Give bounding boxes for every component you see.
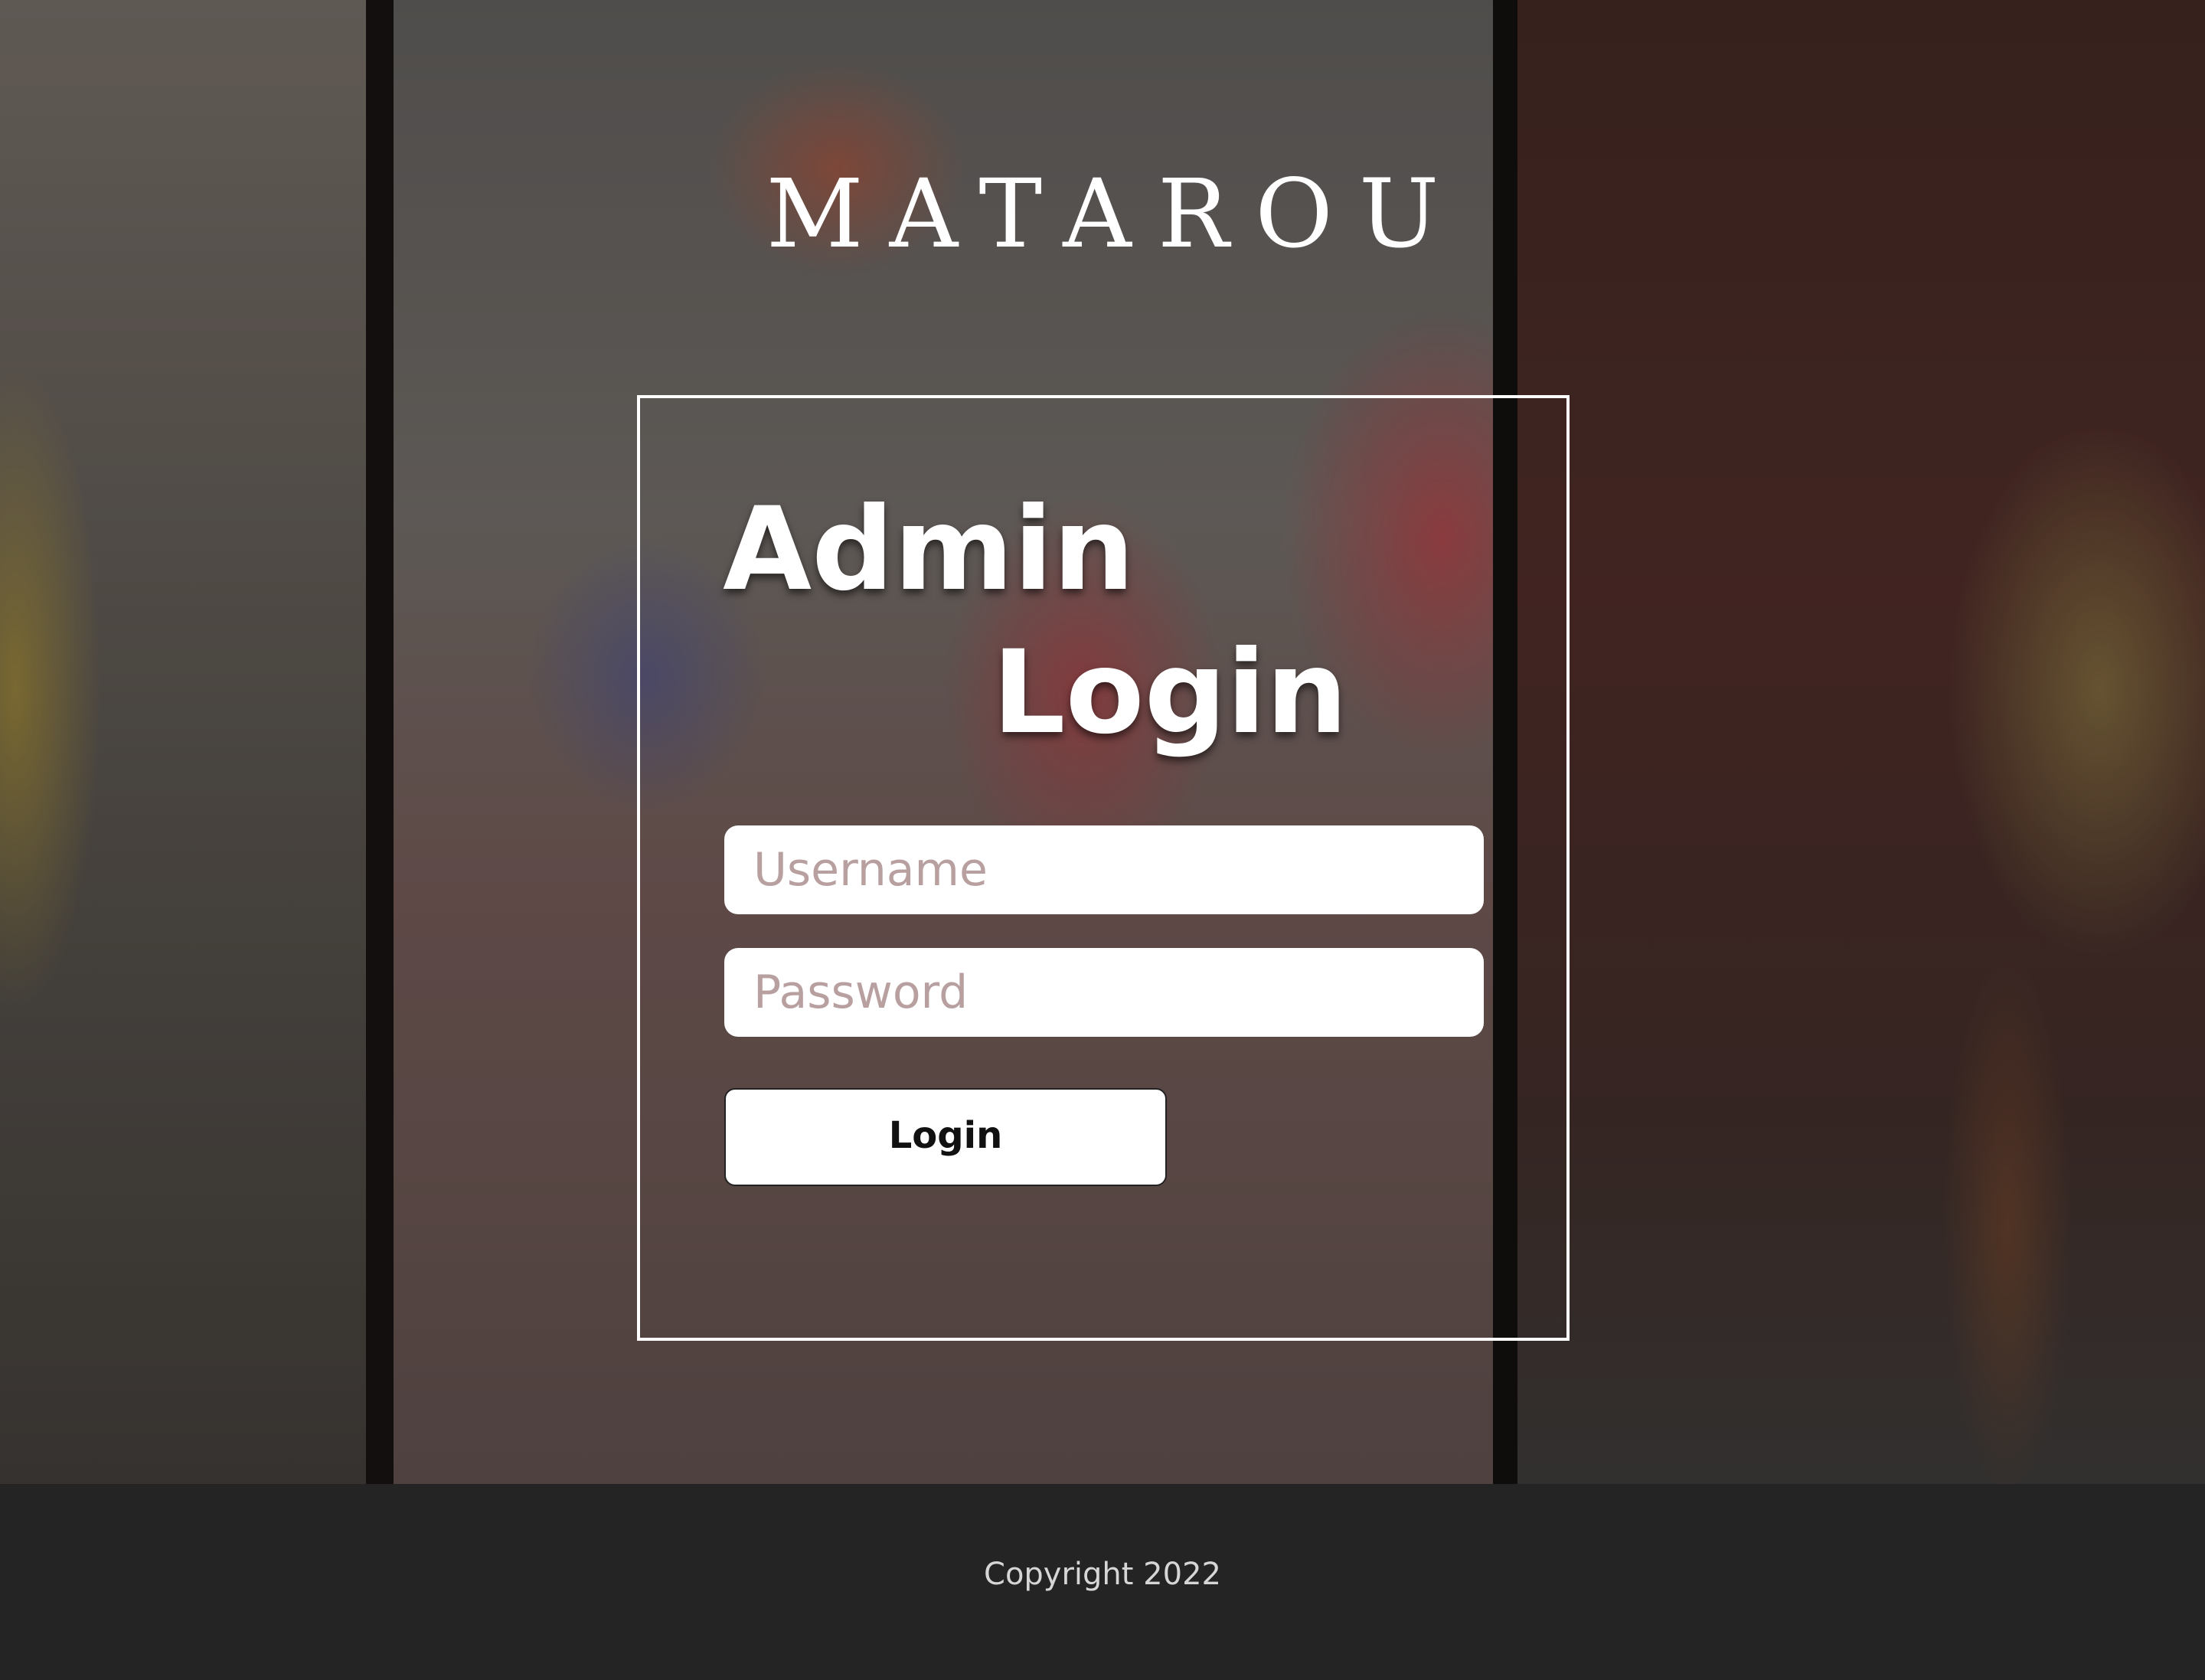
- footer: Copyright 2022: [0, 1484, 2205, 1680]
- username-input[interactable]: [724, 825, 1484, 914]
- login-button[interactable]: Login: [724, 1088, 1167, 1186]
- hero-background: MATAROU Admin Login Login: [0, 0, 2205, 1484]
- copyright-text: Copyright 2022: [984, 1557, 1221, 1592]
- brand-logo: MATAROU: [766, 159, 1465, 270]
- login-title-admin: Admin: [723, 483, 1135, 616]
- login-title-login: Login: [992, 626, 1348, 760]
- password-input[interactable]: [724, 948, 1484, 1037]
- login-form: Admin Login Login: [637, 395, 1570, 1341]
